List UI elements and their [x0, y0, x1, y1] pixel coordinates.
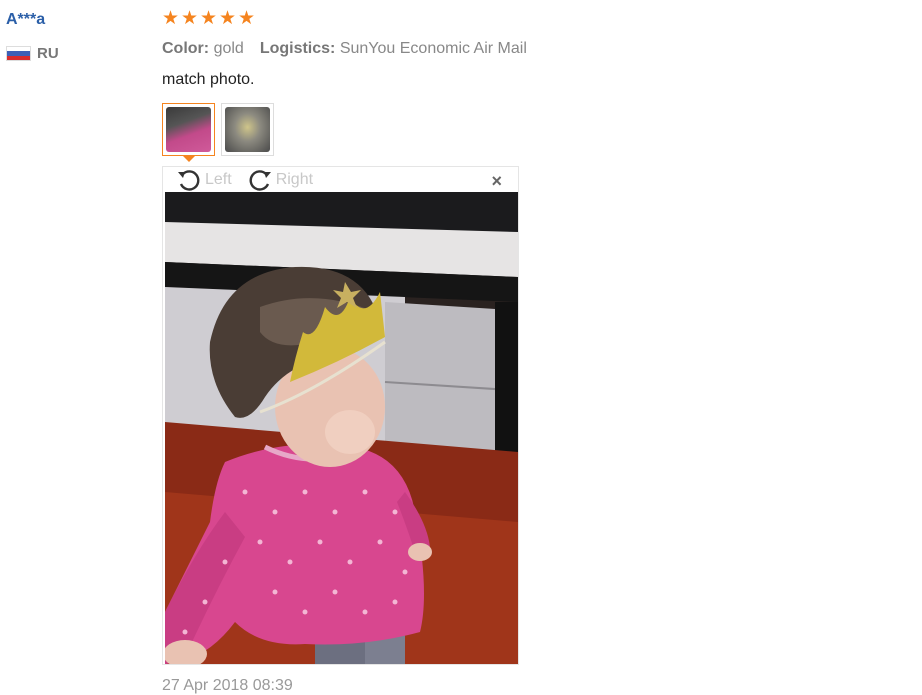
review-photo-image	[165, 192, 518, 664]
review-text: match photo.	[162, 71, 255, 88]
review-meta: Color: gold Logistics: SunYou Economic A…	[162, 40, 527, 58]
star-icon: ★	[219, 8, 237, 29]
logistics-value: SunYou Economic Air Mail	[339, 40, 527, 57]
country-code: RU	[37, 45, 59, 62]
rotate-right-button[interactable]: Right	[246, 167, 313, 193]
logistics-label: Logistics:	[259, 40, 336, 57]
color-label: Color:	[162, 40, 210, 57]
star-icon: ★	[162, 8, 180, 29]
review-date: 27 Apr 2018 08:39	[162, 677, 293, 694]
close-button[interactable]: ×	[491, 172, 502, 190]
color-info: Color: gold	[162, 40, 244, 58]
photo-viewer: Left Right ×	[162, 166, 519, 665]
review-photo	[165, 192, 518, 664]
star-icon: ★	[181, 8, 199, 29]
star-rating: ★ ★ ★ ★ ★	[162, 8, 256, 29]
reviewer-name: A***a	[6, 11, 46, 28]
rotate-left-button[interactable]: Left	[175, 167, 232, 193]
active-thumbnail-indicator	[182, 155, 196, 162]
rotate-left-icon	[178, 170, 200, 191]
star-icon: ★	[238, 8, 256, 29]
review-photo-thumbnails	[162, 103, 274, 156]
photo-viewer-toolbar: Left Right	[175, 167, 313, 193]
reviewer-country: RU	[6, 45, 59, 62]
russia-flag-icon	[6, 46, 31, 61]
photo-thumbnail-2[interactable]	[221, 103, 274, 156]
rotate-right-label: Right	[275, 171, 314, 188]
rotate-right-icon	[249, 170, 271, 191]
logistics-info: Logistics: SunYou Economic Air Mail	[260, 40, 527, 58]
star-icon: ★	[200, 8, 218, 29]
rotate-left-label: Left	[205, 171, 232, 188]
photo-thumbnail-1[interactable]	[162, 103, 215, 156]
color-value: gold	[213, 40, 244, 57]
